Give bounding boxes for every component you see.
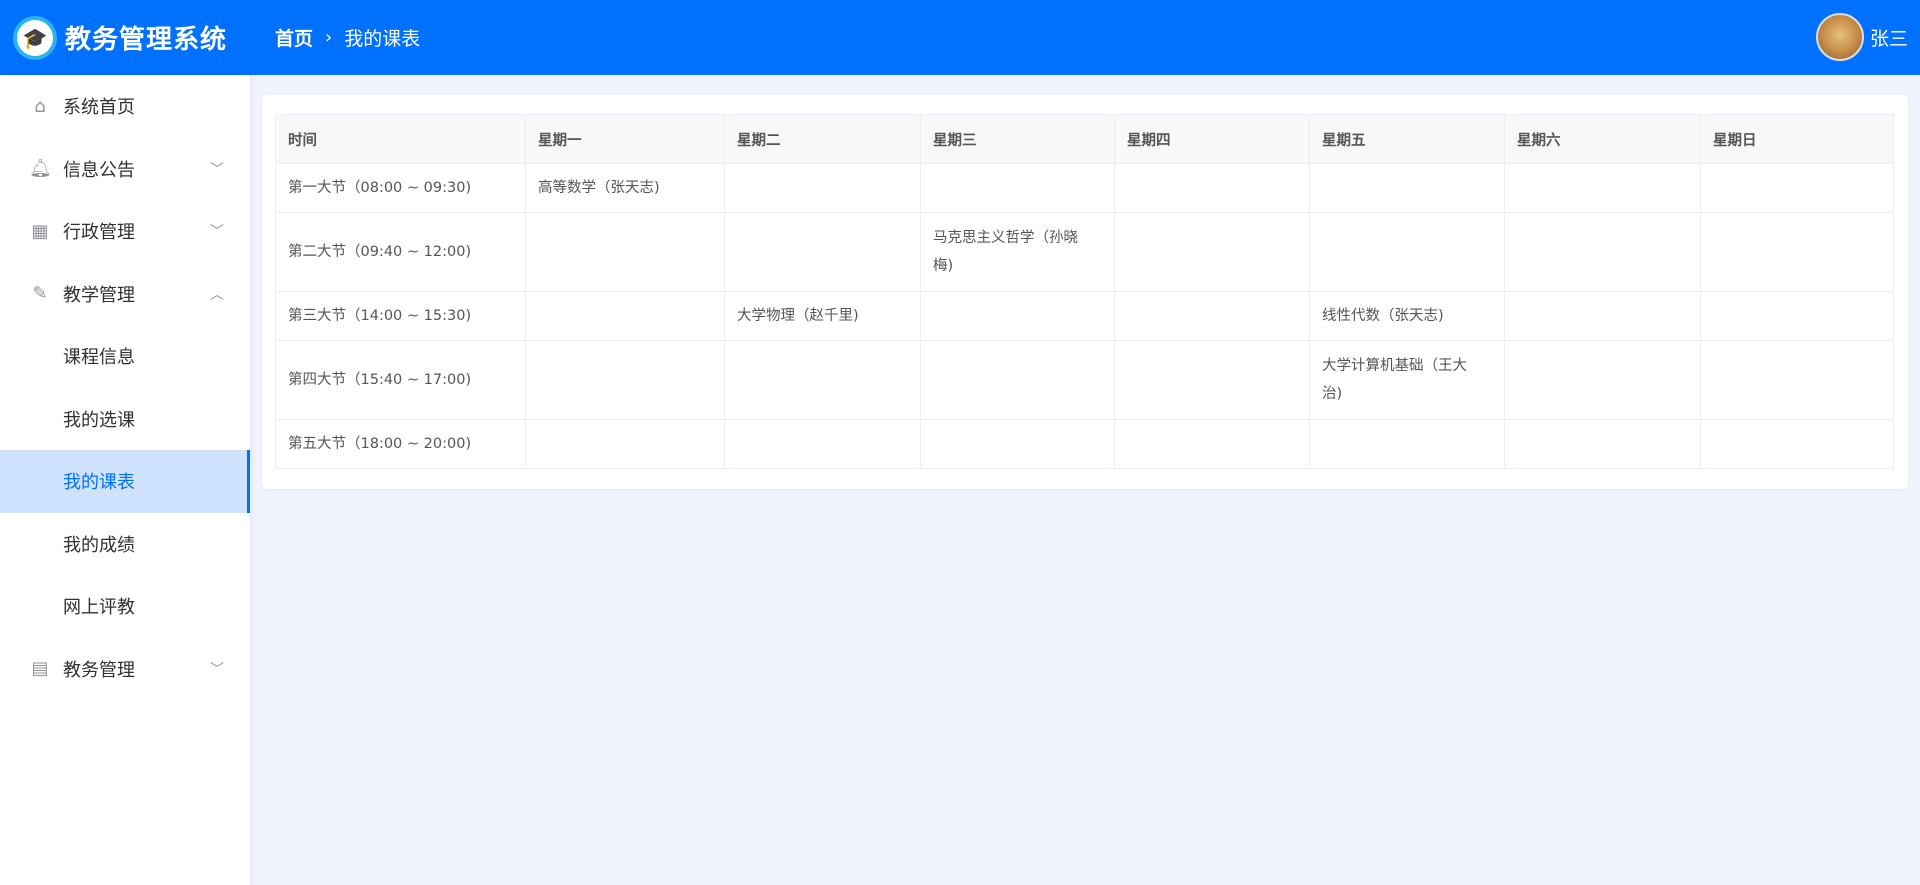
course-cell <box>1504 163 1701 213</box>
course-cell <box>1700 291 1894 341</box>
sidebar-item-evaluation[interactable]: 网上评教 <box>0 575 250 638</box>
course-cell <box>525 212 725 292</box>
course-cell <box>920 291 1115 341</box>
sidebar-item-label: 教务管理 <box>63 659 135 681</box>
sidebar-item-label: 行政管理 <box>63 222 135 244</box>
time-slot-cell: 第二大节（09:40 ~ 12:00) <box>275 212 526 292</box>
table-header-row: 时间 星期一 星期二 星期三 星期四 星期五 星期六 星期日 <box>275 114 1894 164</box>
chevron-right-icon: › <box>325 27 333 48</box>
course-cell <box>1504 419 1701 469</box>
course-cell: 大学物理（赵千里) <box>724 291 921 341</box>
table-row: 第三大节（14:00 ~ 15:30) 大学物理（赵千里) 线性代数（张天志) <box>275 291 1894 341</box>
column-header: 星期一 <box>525 114 725 164</box>
table-row: 第五大节（18:00 ~ 20:00) <box>275 419 1894 469</box>
column-header: 星期四 <box>1114 114 1310 164</box>
sidebar-item-administration[interactable]: ▦ 行政管理 ﹀ <box>0 200 250 263</box>
course-cell <box>1700 419 1894 469</box>
course-cell <box>1700 212 1894 292</box>
sidebar-item-home[interactable]: ⌂ 系统首页 <box>0 75 250 138</box>
column-header: 时间 <box>275 114 526 164</box>
app-title: 教务管理系统 <box>65 25 228 55</box>
course-cell: 大学计算机基础（王大治) <box>1309 340 1505 420</box>
sidebar-item-teaching[interactable]: ✎ 教学管理 ︿ <box>0 263 250 326</box>
course-cell <box>525 419 725 469</box>
table-row: 第四大节（15:40 ~ 17:00) 大学计算机基础（王大治) <box>275 340 1894 420</box>
top-header: 🎓 教务管理系统 首页 › 我的课表 张三 <box>0 0 1920 75</box>
course-cell: 高等数学（张天志) <box>525 163 725 213</box>
chevron-up-icon: ︿ <box>210 286 224 303</box>
course-cell <box>1700 340 1894 420</box>
logo-icon: 🎓 <box>13 15 57 60</box>
course-cell <box>1504 340 1701 420</box>
sidebar-item-label: 我的课表 <box>63 472 135 494</box>
column-header: 星期三 <box>920 114 1115 164</box>
course-cell <box>1504 291 1701 341</box>
avatar[interactable] <box>1815 13 1864 61</box>
time-slot-cell: 第一大节（08:00 ~ 09:30) <box>275 163 526 213</box>
course-cell <box>724 340 921 420</box>
sidebar-item-label: 网上评教 <box>63 597 135 619</box>
user-menu[interactable]: 张三 <box>1815 13 1908 61</box>
sidebar-item-label: 课程信息 <box>63 347 135 369</box>
chevron-down-icon: ﹀ <box>210 224 224 241</box>
breadcrumb-home[interactable]: 首页 <box>275 24 313 51</box>
course-cell <box>1114 163 1310 213</box>
course-cell <box>1114 212 1310 292</box>
sidebar-item-my-grades[interactable]: 我的成绩 <box>0 513 250 576</box>
course-cell <box>1309 419 1505 469</box>
course-cell <box>1309 163 1505 213</box>
time-slot-cell: 第三大节（14:00 ~ 15:30) <box>275 291 526 341</box>
sidebar-item-academic-affairs[interactable]: ▤ 教务管理 ﹀ <box>0 638 250 701</box>
column-header: 星期二 <box>724 114 921 164</box>
course-cell: 马克思主义哲学（孙晓梅) <box>920 212 1115 292</box>
breadcrumb: 首页 › 我的课表 <box>275 24 420 51</box>
course-cell: 线性代数（张天志) <box>1309 291 1505 341</box>
course-cell <box>1114 291 1310 341</box>
chevron-down-icon: ﹀ <box>210 161 224 178</box>
breadcrumb-current: 我的课表 <box>344 28 421 50</box>
sidebar-item-label: 教学管理 <box>63 284 135 306</box>
sidebar-item-label: 系统首页 <box>63 97 135 119</box>
sidebar-item-label: 我的成绩 <box>63 534 135 556</box>
sidebar: ⌂ 系统首页 🔔︎ 信息公告 ﹀ ▦ 行政管理 ﹀ ✎ 教学管理 ︿ 课程信息 我的选课 我的… <box>0 75 250 885</box>
course-cell <box>1700 163 1894 213</box>
course-cell <box>525 340 725 420</box>
timetable-card: 时间 星期一 星期二 星期三 星期四 星期五 星期六 星期日 第一大节（08:00 ~ 09:… <box>262 95 1908 489</box>
course-cell <box>724 212 921 292</box>
column-header: 星期五 <box>1309 114 1505 164</box>
course-cell <box>920 419 1115 469</box>
timetable: 时间 星期一 星期二 星期三 星期四 星期五 星期六 星期日 第一大节（08:00 ~ 09:… <box>275 114 1894 469</box>
table-row: 第二大节（09:40 ~ 12:00) 马克思主义哲学（孙晓梅) <box>275 212 1894 292</box>
sidebar-item-label: 我的选课 <box>63 409 135 431</box>
column-header: 星期六 <box>1504 114 1701 164</box>
course-cell <box>1114 419 1310 469</box>
home-icon: ⌂ <box>34 95 46 117</box>
table-row: 第一大节（08:00 ~ 09:30) 高等数学（张天志) <box>275 163 1894 213</box>
bell-icon: 🔔︎ <box>29 158 52 180</box>
sidebar-item-announcements[interactable]: 🔔︎ 信息公告 ﹀ <box>0 138 250 201</box>
sidebar-item-my-selection[interactable]: 我的选课 <box>0 388 250 451</box>
course-cell <box>1114 340 1310 420</box>
chevron-down-icon: ﹀ <box>210 661 224 678</box>
course-cell <box>724 163 921 213</box>
course-cell <box>920 340 1115 420</box>
time-slot-cell: 第五大节（18:00 ~ 20:00) <box>275 419 526 469</box>
course-cell <box>724 419 921 469</box>
course-cell <box>1309 212 1505 292</box>
time-slot-cell: 第四大节（15:40 ~ 17:00) <box>275 340 526 420</box>
calendar-icon: ▤ <box>31 658 49 680</box>
edit-icon: ✎ <box>32 283 48 305</box>
course-cell <box>920 163 1115 213</box>
sidebar-item-course-info[interactable]: 课程信息 <box>0 325 250 388</box>
column-header: 星期日 <box>1700 114 1894 164</box>
building-icon: ▦ <box>31 220 49 242</box>
sidebar-item-my-timetable[interactable]: 我的课表 <box>0 450 250 513</box>
course-cell <box>525 291 725 341</box>
course-cell <box>1504 212 1701 292</box>
sidebar-item-label: 信息公告 <box>63 159 135 181</box>
user-name[interactable]: 张三 <box>1870 24 1908 51</box>
